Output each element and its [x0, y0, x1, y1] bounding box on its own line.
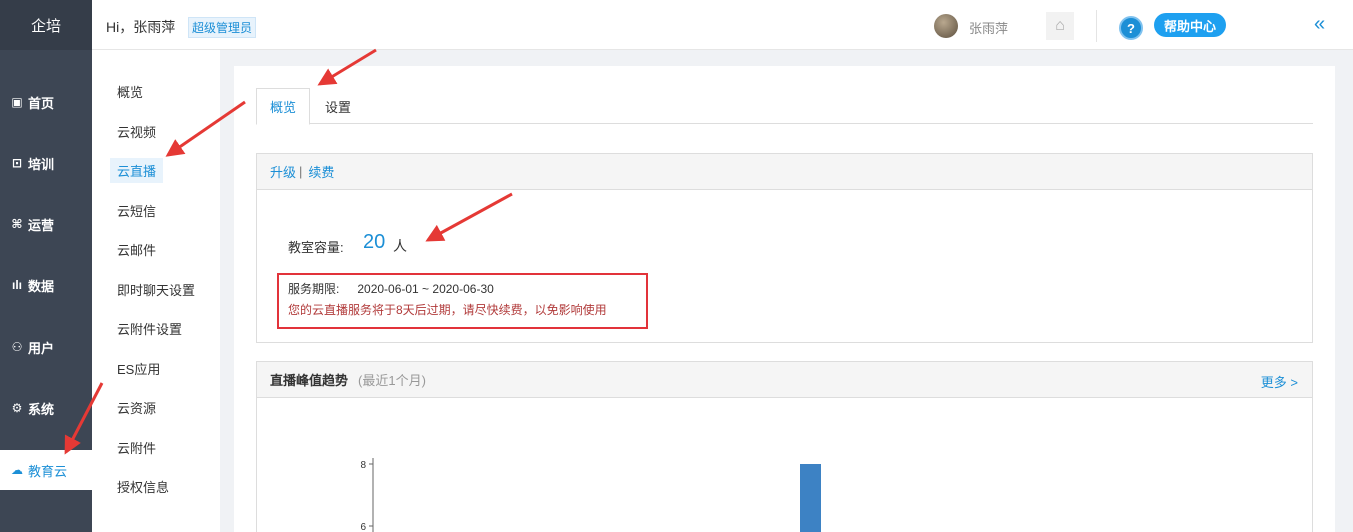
trend-card-header: 直播峰值趋势 (最近1个月): [257, 362, 1312, 398]
link-separator: |: [299, 164, 303, 179]
nav-item-6[interactable]: ☁ 教育云: [0, 450, 92, 490]
divider: [1096, 10, 1097, 42]
nav-item-label: 数据: [28, 278, 55, 294]
nav-item-5[interactable]: ⚙ 系统: [0, 388, 92, 428]
tab-settings[interactable]: 设置: [312, 88, 364, 124]
service-warning-box: 服务期限: 2020-06-01 ~ 2020-06-30 您的云直播服务将于8天…: [277, 273, 648, 329]
submenu-item-0[interactable]: 概览: [110, 79, 150, 104]
brand-logo[interactable]: 企培: [0, 0, 92, 50]
submenu-item-5[interactable]: 即时聊天设置: [110, 277, 202, 302]
submenu-item-9[interactable]: 云附件: [110, 435, 163, 460]
nav-item-3[interactable]: ılı 数据: [0, 265, 92, 305]
more-link[interactable]: 更多 >: [1261, 372, 1298, 391]
username-link[interactable]: 张雨萍: [969, 18, 1008, 37]
help-question-icon[interactable]: ?: [1119, 16, 1143, 40]
service-period-row: 服务期限: 2020-06-01 ~ 2020-06-30: [288, 280, 637, 297]
submenu-item-6[interactable]: 云附件设置: [110, 316, 189, 341]
submenu-item-4[interactable]: 云邮件: [110, 237, 163, 262]
home-icon[interactable]: ⌂: [1046, 12, 1074, 40]
sub-menu: 概览云视频云直播云短信云邮件即时聊天设置 云附件设置 ES应用云资源云附件授权信息: [92, 50, 220, 532]
capacity-unit: 人: [393, 238, 407, 254]
tab-bar: 概览 设置: [256, 88, 1313, 125]
service-period-value: 2020-06-01 ~ 2020-06-30: [357, 282, 494, 296]
submenu-item-10[interactable]: 授权信息: [110, 474, 176, 499]
nav-item-label: 运营: [28, 217, 55, 233]
submenu-item-1[interactable]: 云视频: [110, 119, 163, 144]
capacity-value: 20: [363, 231, 386, 253]
nav-item-2[interactable]: ⌘ 运营: [0, 204, 92, 244]
nav-item-1[interactable]: ⊡ 培训: [0, 143, 92, 183]
submenu-item-7[interactable]: ES应用: [110, 356, 167, 381]
user-icon: ⚇: [11, 340, 23, 354]
upgrade-link[interactable]: 升级: [270, 162, 296, 181]
service-period-label: 服务期限:: [288, 282, 340, 296]
trend-title: 直播峰值趋势: [270, 373, 349, 388]
dashboard-icon: ▣: [11, 95, 23, 109]
help-center-button[interactable]: 帮助中心: [1154, 13, 1227, 37]
nav-item-label: 首页: [28, 95, 55, 111]
capacity-label: 教室容量:: [288, 240, 344, 255]
submenu-item-3[interactable]: 云短信: [110, 198, 163, 223]
peak-trend-chart: 8 6: [360, 458, 821, 532]
operations-icon: ⌘: [11, 217, 23, 231]
tab-overview[interactable]: 概览: [256, 88, 311, 125]
cloud-icon: ☁: [11, 463, 23, 477]
nav-item-label: 系统: [28, 401, 55, 417]
nav-item-label: 培训: [28, 156, 55, 172]
submenu-item-8[interactable]: 云资源: [110, 395, 163, 420]
chart-bar: [800, 464, 821, 532]
avatar[interactable]: [934, 14, 958, 38]
main-sidebar: 企培 ▣ 首页 ⊡ 培训 ⌘ 运营 ılı 数据 ⚇ 用户 ⚙ 系统 ☁ 教育云: [0, 0, 92, 532]
chart-icon: ılı: [11, 278, 22, 292]
nav-item-0[interactable]: ▣ 首页: [0, 82, 92, 122]
trend-card: 直播峰值趋势 (最近1个月) 更多 > 8 6: [256, 361, 1313, 532]
expiry-warning: 您的云直播服务将于8天后过期，请尽快续费，以免影响使用: [288, 303, 607, 317]
submenu-item-2[interactable]: 云直播: [110, 158, 164, 183]
trend-subtitle: (最近1个月): [358, 373, 426, 388]
training-icon: ⊡: [11, 156, 23, 170]
greeting-text: Hi，张雨萍: [106, 19, 176, 35]
service-card-header: 升级 | 续费: [257, 154, 1312, 190]
nav-item-4[interactable]: ⚇ 用户: [0, 327, 92, 367]
renew-link[interactable]: 续费: [308, 162, 334, 181]
y-tick-label-8: 8: [360, 460, 366, 471]
role-badge: 超级管理员: [188, 17, 257, 38]
main-panel: 概览 设置 升级 | 续费 教室容量: 20 人 服务期限: 2020-06-01…: [234, 66, 1335, 532]
collapse-sidebar-icon[interactable]: «: [1314, 13, 1325, 36]
gear-icon: ⚙: [11, 401, 23, 415]
nav-item-label: 教育云: [28, 463, 68, 479]
service-card: 升级 | 续费 教室容量: 20 人 服务期限: 2020-06-01 ~ 202…: [256, 153, 1313, 343]
y-tick-label-6: 6: [360, 522, 366, 532]
top-bar: Hi，张雨萍 超级管理员 张雨萍 ⌂ ? 帮助中心 «: [92, 0, 1353, 50]
nav-item-label: 用户: [28, 340, 55, 356]
